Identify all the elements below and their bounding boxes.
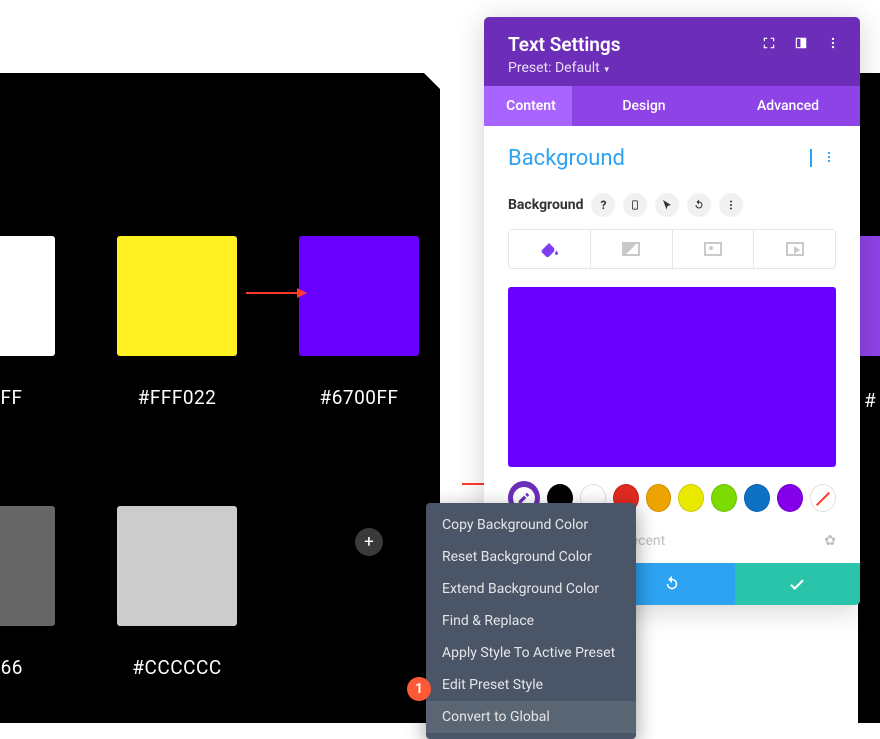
mobile-icon[interactable] <box>623 193 647 217</box>
ctx-find-replace[interactable]: Find & Replace <box>426 605 636 637</box>
collapse-icon[interactable] <box>810 151 812 167</box>
section-title-background[interactable]: Background <box>508 146 625 171</box>
background-context-menu: Copy Background Color Reset Background C… <box>426 503 636 739</box>
ctx-reset-bg[interactable]: Reset Background Color <box>426 541 636 573</box>
palette-green[interactable] <box>711 484 737 512</box>
hover-icon[interactable] <box>655 193 679 217</box>
panel-title: Text Settings <box>508 33 620 56</box>
bg-mode-color[interactable] <box>509 230 591 268</box>
background-preview[interactable] <box>508 287 836 467</box>
bg-mode-image[interactable] <box>673 230 755 268</box>
tab-design[interactable]: Design <box>572 86 716 126</box>
ctx-copy-bg[interactable]: Copy Background Color <box>426 509 636 541</box>
palette-blue[interactable] <box>744 484 770 512</box>
panel-tabs: Content Design Advanced <box>484 86 860 126</box>
annotation-arrow-1 <box>246 292 306 294</box>
ctx-convert-global[interactable]: Convert to Global <box>426 701 636 733</box>
step-badge-1: 1 <box>407 677 431 701</box>
add-module-button[interactable]: + <box>355 528 383 556</box>
palette-transparent[interactable] <box>810 484 836 512</box>
snap-icon[interactable] <box>794 36 808 54</box>
canvas-right-sliver: # <box>858 73 880 723</box>
kebab-icon[interactable] <box>826 36 840 54</box>
bg-mode-gradient[interactable] <box>591 230 673 268</box>
palette-gear-icon[interactable]: ✿ <box>824 533 836 549</box>
panel-pointer-caret <box>424 73 464 93</box>
tab-content[interactable]: Content <box>484 86 572 126</box>
ctx-apply-preset[interactable]: Apply Style To Active Preset <box>426 637 636 669</box>
swatch-grey[interactable]: 56666 <box>0 506 85 679</box>
expand-icon[interactable] <box>762 36 776 54</box>
field-kebab-icon[interactable] <box>719 193 743 217</box>
preset-dropdown[interactable]: Preset: Default▼ <box>508 60 840 76</box>
palette-yellow[interactable] <box>678 484 704 512</box>
section-kebab-icon[interactable] <box>822 150 836 168</box>
swatch-lightgrey[interactable]: #CCCCCC <box>87 506 267 679</box>
save-button[interactable] <box>735 563 860 605</box>
ctx-extend-bg[interactable]: Extend Background Color <box>426 573 636 605</box>
swatch-yellow[interactable]: #FFF022 <box>87 236 267 409</box>
palette-orange[interactable] <box>646 484 672 512</box>
swatch-purple[interactable]: #6700FF <box>269 236 449 409</box>
ctx-edit-preset[interactable]: Edit Preset Style <box>426 669 636 701</box>
background-type-switcher <box>508 229 836 269</box>
palette-purple[interactable] <box>777 484 803 512</box>
reset-icon[interactable] <box>687 193 711 217</box>
help-icon[interactable]: ? <box>591 193 615 217</box>
swatch-white[interactable]: FFFFF <box>0 236 85 409</box>
background-field-label: Background <box>508 197 583 213</box>
editor-canvas: FFFFF #FFF022 #6700FF 56666 #CCCCCC + <box>0 73 440 723</box>
tab-advanced[interactable]: Advanced <box>716 86 860 126</box>
bg-mode-video[interactable] <box>754 230 835 268</box>
